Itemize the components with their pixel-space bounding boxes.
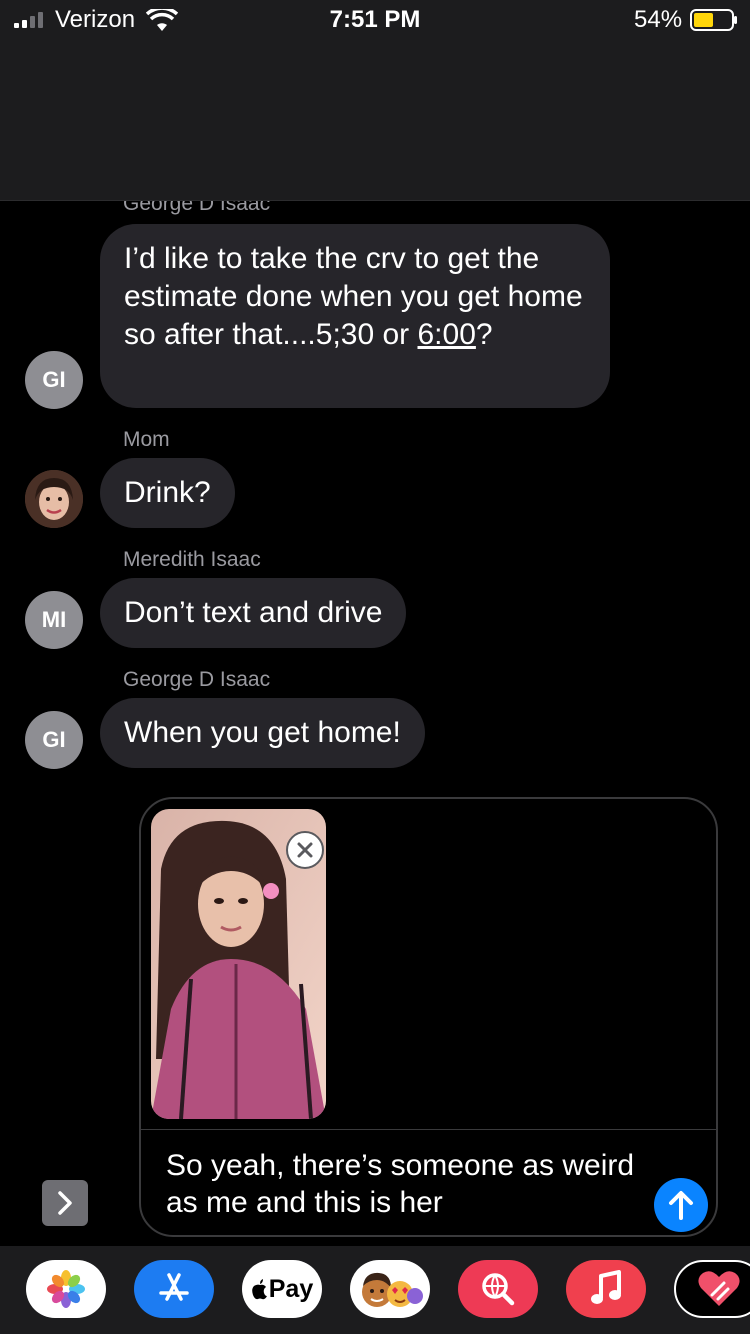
message-bubble[interactable]: Drink?	[100, 458, 235, 528]
message-text: I’d like to take the crv to get the esti…	[124, 242, 583, 351]
app-drawer: Pay	[0, 1246, 750, 1334]
apple-pay-button[interactable]: Pay	[242, 1260, 322, 1318]
heart-icon	[698, 1271, 740, 1306]
close-icon	[297, 842, 313, 858]
photo-attachment[interactable]	[151, 809, 326, 1119]
person-photo-icon	[347, 110, 387, 150]
chevron-right-icon: ›	[419, 156, 428, 181]
message-text-end: ?	[475, 318, 493, 351]
compose-text-field[interactable]: So yeah, there’s someone as weird as me …	[166, 1147, 636, 1221]
send-button[interactable]	[654, 1178, 708, 1232]
sender-name: George D Isaac	[123, 668, 271, 691]
message-bubble[interactable]: I’d like to take the crv to get the esti…	[100, 224, 610, 408]
message-text: Drink?	[124, 476, 211, 509]
compose-divider	[141, 1129, 716, 1130]
group-avatar-mi[interactable]: MI	[384, 71, 439, 126]
message-bubble[interactable]: Don’t text and drive	[100, 578, 407, 648]
message-text: When you get home!	[124, 716, 401, 749]
photos-app-button[interactable]	[26, 1260, 106, 1318]
conversation-header: GI MI My family ›	[0, 40, 750, 201]
group-avatar-mom-photo[interactable]	[347, 110, 387, 150]
message-compose-box[interactable]: So yeah, there’s someone as weird as me …	[139, 797, 718, 1237]
memoji-button[interactable]	[350, 1260, 430, 1318]
group-avatar-gi[interactable]: GI	[313, 42, 380, 109]
avatar-mom[interactable]	[25, 470, 83, 528]
group-name-label: My family	[322, 156, 416, 181]
avatar-mi[interactable]: MI	[25, 591, 83, 649]
expand-apps-button[interactable]	[42, 1180, 88, 1226]
back-chevron-icon[interactable]	[30, 76, 60, 118]
photos-icon	[47, 1270, 85, 1308]
arrow-up-icon	[669, 1191, 693, 1220]
avatar-gi[interactable]: GI	[25, 711, 83, 769]
music-button[interactable]	[566, 1260, 646, 1318]
status-bar: Verizon 7:51 PM 54%	[0, 0, 750, 40]
battery-percent: 54%	[634, 6, 683, 33]
message-text: Don’t text and drive	[124, 596, 383, 629]
memoji-icon	[362, 1272, 423, 1307]
sender-name: George D Isaac	[123, 192, 271, 215]
app-store-icon	[159, 1273, 189, 1301]
message-bubble[interactable]: When you get home!	[100, 698, 425, 768]
apple-pay-label: Pay	[268, 1274, 314, 1303]
sender-name: Mom	[123, 428, 170, 451]
web-search-button[interactable]	[458, 1260, 538, 1318]
sender-name: Meredith Isaac	[123, 548, 261, 571]
chevron-right-icon	[58, 1191, 72, 1215]
app-store-button[interactable]	[134, 1260, 214, 1318]
remove-attachment-button[interactable]	[286, 831, 324, 869]
battery-icon	[690, 9, 737, 31]
apple-pay-icon	[251, 1279, 267, 1300]
avatar-gi[interactable]: GI	[25, 351, 83, 409]
video-call-icon[interactable]	[656, 80, 712, 114]
music-icon	[591, 1270, 621, 1304]
web-search-icon	[482, 1273, 515, 1306]
digital-touch-button[interactable]	[674, 1260, 750, 1318]
person-photo-icon	[25, 470, 83, 528]
time-link[interactable]: 6:00	[418, 318, 476, 351]
group-name[interactable]: My family ›	[0, 156, 750, 182]
